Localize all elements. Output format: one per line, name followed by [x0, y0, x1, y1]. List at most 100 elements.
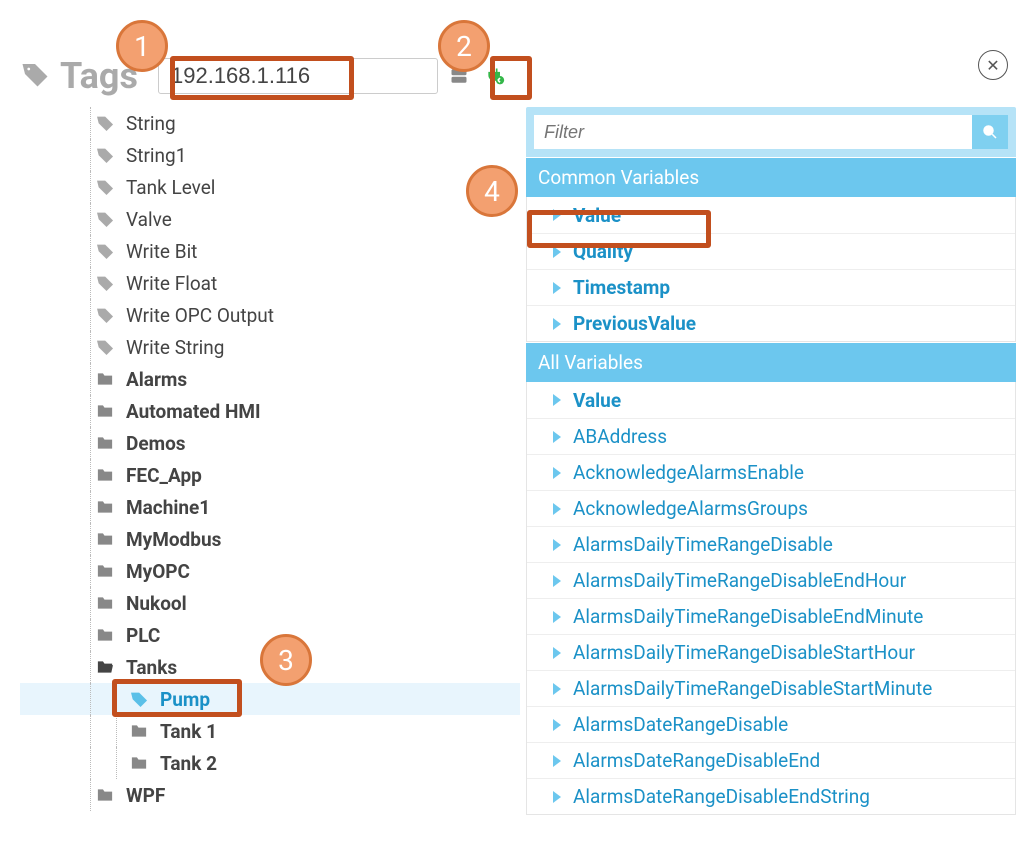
expand-arrow-icon	[553, 394, 561, 406]
tree-item-label: String1	[126, 144, 186, 167]
tree-item-label: Demos	[126, 432, 186, 455]
tag-icon	[130, 690, 154, 708]
variable-row[interactable]: Value	[527, 382, 1015, 418]
tag-icon	[96, 146, 120, 164]
step-badge-3: 3	[260, 634, 312, 686]
variable-row[interactable]: ABAddress	[527, 418, 1015, 454]
tag-icon	[96, 274, 120, 292]
variable-row[interactable]: AlarmsDateRangeDisable	[527, 706, 1015, 742]
variable-label: AcknowledgeAlarmsGroups	[573, 497, 808, 520]
step-badge-4: 4	[466, 165, 518, 217]
filter-row	[526, 107, 1016, 157]
tag-icon	[96, 338, 120, 356]
expand-arrow-icon	[553, 611, 561, 623]
tree-tag-item[interactable]: String1	[20, 139, 520, 171]
tag-icon	[96, 242, 120, 260]
variable-row[interactable]: AlarmsDailyTimeRangeDisableEndHour	[527, 562, 1015, 598]
variable-label: Value	[573, 204, 621, 227]
tree-item-label: Tank 1	[160, 720, 217, 743]
tree-tag-item[interactable]: Valve	[20, 203, 520, 235]
variable-label: PreviousValue	[573, 312, 696, 335]
tag-icon	[96, 210, 120, 228]
tree-tag-item[interactable]: Write Bit	[20, 235, 520, 267]
tree-tag-item[interactable]: Write Float	[20, 267, 520, 299]
expand-arrow-icon	[553, 246, 561, 258]
folder-icon	[130, 722, 154, 740]
tree-folder-item[interactable]: Automated HMI	[20, 395, 520, 427]
folder-icon	[130, 754, 154, 772]
common-variables-list: Value Quality Timestamp PreviousValue	[526, 197, 1016, 342]
tree-item-label: Write Float	[126, 272, 217, 295]
tree-folder-item[interactable]: Nukool	[20, 587, 520, 619]
expand-arrow-icon	[553, 318, 561, 330]
tag-icon	[96, 114, 120, 132]
folder-open-icon	[96, 658, 120, 676]
close-button[interactable]: ✕	[978, 50, 1008, 80]
folder-icon	[96, 498, 120, 516]
variable-row[interactable]: AlarmsDailyTimeRangeDisableEndMinute	[527, 598, 1015, 634]
variable-row[interactable]: PreviousValue	[527, 305, 1015, 341]
tree-folder-item[interactable]: MyModbus	[20, 523, 520, 555]
connect-plug-icon-button[interactable]	[480, 61, 510, 91]
variable-label: AlarmsDailyTimeRangeDisable	[573, 533, 833, 556]
variable-label: Timestamp	[573, 276, 670, 299]
variable-label: AcknowledgeAlarmsEnable	[573, 461, 804, 484]
variable-label: AlarmsDateRangeDisable	[573, 713, 788, 736]
tree-tag-pump[interactable]: Pump	[20, 683, 520, 715]
folder-icon	[96, 402, 120, 420]
tree-folder-tank1[interactable]: Tank 1	[20, 715, 520, 747]
variable-label: Value	[573, 389, 621, 412]
variable-row[interactable]: AlarmsDateRangeDisableEnd	[527, 742, 1015, 778]
expand-arrow-icon	[553, 282, 561, 294]
expand-arrow-icon	[553, 467, 561, 479]
tree-tag-item[interactable]: Tank Level	[20, 171, 520, 203]
tree-item-label: MyModbus	[126, 528, 221, 551]
tree-item-label: Write OPC Output	[126, 304, 274, 327]
tree-folder-item[interactable]: FEC_App	[20, 459, 520, 491]
tree-folder-item[interactable]: Alarms	[20, 363, 520, 395]
tree-item-label: Tanks	[126, 656, 177, 679]
tree-tag-item[interactable]: Write OPC Output	[20, 299, 520, 331]
filter-input[interactable]	[534, 115, 972, 149]
expand-arrow-icon	[553, 431, 561, 443]
tree-folder-item[interactable]: Machine1	[20, 491, 520, 523]
tree-item-label: String	[126, 112, 176, 135]
tree-item-label: Nukool	[126, 592, 187, 615]
expand-arrow-icon	[553, 755, 561, 767]
tree-item-label: WPF	[126, 784, 165, 807]
tree-item-label: MyOPC	[126, 560, 190, 583]
variable-label: ABAddress	[573, 425, 667, 448]
variable-row[interactable]: AlarmsDateRangeDisableEndString	[527, 778, 1015, 814]
tree-item-label: Tank 2	[160, 752, 217, 775]
variable-label: AlarmsDailyTimeRangeDisableStartMinute	[573, 677, 932, 700]
variable-row[interactable]: Quality	[527, 233, 1015, 269]
tree-tag-item[interactable]: Write String	[20, 331, 520, 363]
folder-icon	[96, 786, 120, 804]
tree-folder-item[interactable]: WPF	[20, 779, 520, 811]
step-badge-1: 1	[116, 20, 168, 72]
variable-row[interactable]: AcknowledgeAlarmsEnable	[527, 454, 1015, 490]
variable-row-value[interactable]: Value	[527, 197, 1015, 233]
tree-folder-item[interactable]: MyOPC	[20, 555, 520, 587]
variable-row[interactable]: AlarmsDailyTimeRangeDisable	[527, 526, 1015, 562]
tree-folder-item[interactable]: Demos	[20, 427, 520, 459]
variable-label: AlarmsDailyTimeRangeDisableStartHour	[573, 641, 915, 664]
variables-panel: Common Variables Value Quality Timestamp…	[520, 107, 1016, 815]
folder-icon	[96, 466, 120, 484]
ip-address-field[interactable]	[158, 58, 438, 94]
expand-arrow-icon	[553, 647, 561, 659]
tree-item-label: Write String	[126, 336, 224, 359]
variable-row[interactable]: AlarmsDailyTimeRangeDisableStartMinute	[527, 670, 1015, 706]
ip-address-input[interactable]	[163, 63, 433, 89]
folder-icon	[96, 434, 120, 452]
folder-icon	[96, 594, 120, 612]
variable-row[interactable]: Timestamp	[527, 269, 1015, 305]
step-badge-2: 2	[438, 20, 490, 72]
variable-row[interactable]: AcknowledgeAlarmsGroups	[527, 490, 1015, 526]
search-button[interactable]	[972, 115, 1008, 149]
variable-label: AlarmsDailyTimeRangeDisableEndMinute	[573, 605, 923, 628]
tree-folder-tank2[interactable]: Tank 2	[20, 747, 520, 779]
variable-row[interactable]: AlarmsDailyTimeRangeDisableStartHour	[527, 634, 1015, 670]
tree-item-label: Automated HMI	[126, 400, 261, 423]
tree-tag-item[interactable]: String	[20, 107, 520, 139]
